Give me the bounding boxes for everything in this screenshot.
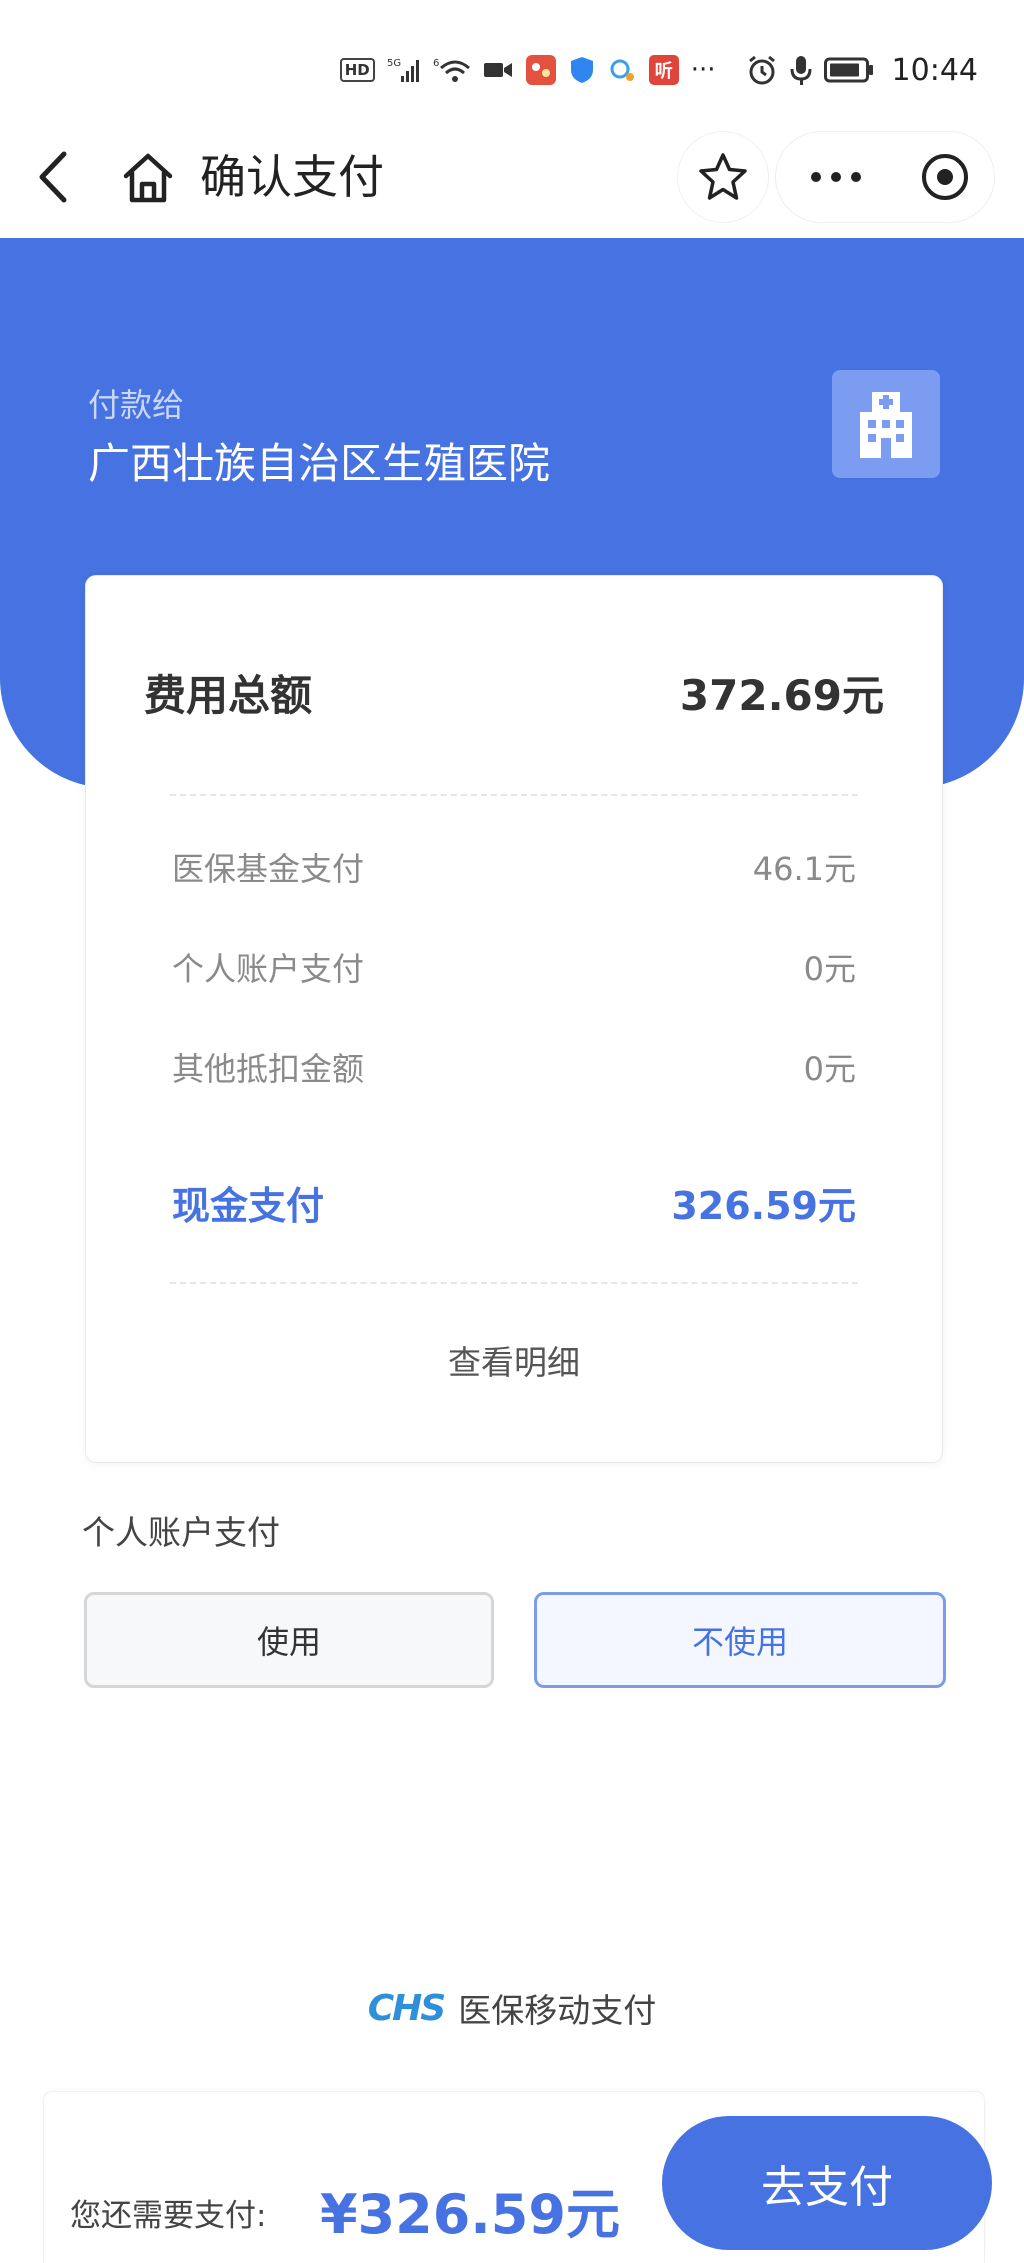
signal-icon: 5G [387, 56, 421, 84]
remaining-amount: ¥326.59元 [320, 2183, 620, 2246]
home-button[interactable] [118, 144, 178, 210]
net-label: 5G [387, 58, 401, 69]
more-button[interactable] [776, 132, 896, 222]
more-dots-icon [831, 172, 841, 182]
personal-account-label: 个人账户支付 [82, 1513, 280, 1552]
brand-text: 医保移动支付 [458, 1991, 657, 2030]
detail-row-other: 其他抵扣金额 0元 [172, 1042, 856, 1092]
hd-icon: HD [339, 58, 375, 82]
nav-bar: 确认支付 [0, 118, 1024, 236]
status-icons: HD 5G 6 听 ··· 10:44 [339, 50, 978, 90]
close-target-icon [922, 154, 968, 200]
mini-program-capsule [776, 132, 994, 222]
star-icon [699, 153, 747, 200]
detail-label: 医保基金支付 [172, 850, 365, 888]
wifi-icon: 6 [433, 56, 471, 84]
pay-button[interactable]: 去支付 [662, 2116, 992, 2250]
listen-app-icon: 听 [648, 55, 679, 85]
home-icon [123, 153, 173, 203]
sync-icon [607, 56, 637, 84]
use-account-button[interactable]: 使用 [84, 1592, 494, 1688]
pay-to-label: 付款给 [88, 386, 185, 424]
total-value: 372.69元 [679, 670, 884, 720]
more-dots-icon [811, 172, 821, 182]
divider [170, 794, 858, 796]
payment-summary-card: 费用总额 372.69元 医保基金支付 46.1元 个人账户支付 0元 其他抵扣… [86, 576, 942, 1462]
page: HD 5G 6 听 ··· 10:44 确认支付 付款给 广西壮族自治区生殖医院… [0, 0, 1024, 2263]
cash-payment-row: 现金支付 326.59元 [172, 1172, 856, 1232]
detail-label: 个人账户支付 [172, 950, 365, 988]
view-detail-link[interactable]: 查看明细 [86, 1336, 942, 1384]
divider [170, 1282, 858, 1284]
bottom-pay-bar: 您还需要支付: ¥326.59元 去支付 [44, 2092, 992, 2263]
remaining-label: 您还需要支付: [70, 2198, 267, 2234]
cash-label: 现金支付 [172, 1183, 325, 1228]
detail-row-fund: 医保基金支付 46.1元 [172, 842, 856, 892]
detail-row-account: 个人账户支付 0元 [172, 942, 856, 992]
back-button[interactable] [28, 144, 88, 210]
hospital-badge [832, 370, 940, 478]
more-status-icon: ··· [690, 55, 716, 85]
no-use-account-button[interactable]: 不使用 [534, 1592, 946, 1688]
app-notification-icon [525, 54, 557, 86]
chs-logo: CHS [367, 1987, 446, 2029]
total-row: 费用总额 372.69元 [144, 662, 884, 722]
net-label-2: 6 [433, 58, 439, 69]
total-label: 费用总额 [144, 670, 313, 720]
detail-value: 0元 [803, 950, 856, 988]
close-mini-program-button[interactable] [896, 132, 994, 222]
page-title: 确认支付 [200, 150, 384, 204]
detail-value: 0元 [803, 1050, 856, 1088]
video-icon [483, 59, 513, 81]
cash-value: 326.59元 [671, 1183, 856, 1228]
detail-label: 其他抵扣金额 [172, 1050, 365, 1088]
favorite-button[interactable] [678, 132, 768, 222]
back-arrow-icon [39, 151, 67, 203]
mic-icon [790, 54, 812, 86]
hospital-name: 广西壮族自治区生殖医院 [88, 439, 551, 488]
brand-footer: CHS 医保移动支付 [0, 1984, 1024, 2032]
detail-value: 46.1元 [752, 850, 856, 888]
alarm-icon [746, 54, 778, 86]
hospital-building-icon [860, 392, 912, 458]
clock-time: 10:44 [891, 52, 978, 88]
shield-icon [569, 55, 595, 85]
battery-icon [823, 57, 874, 83]
more-dots-icon [851, 172, 861, 182]
